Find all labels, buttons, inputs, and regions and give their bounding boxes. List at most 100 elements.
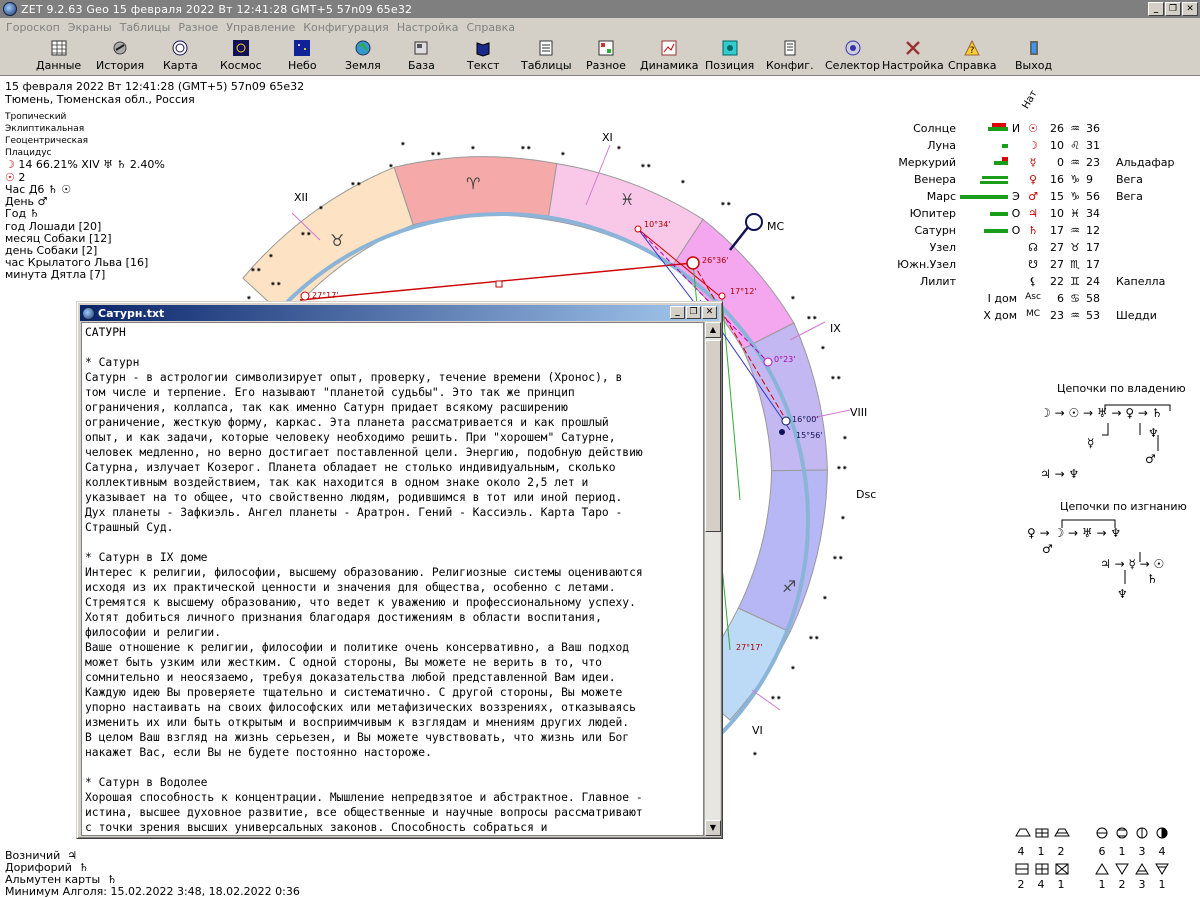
menu-configuration[interactable]: Конфигурация — [299, 21, 393, 34]
dsc-label: Dsc — [856, 488, 876, 501]
planet-marker-venus[interactable] — [781, 416, 791, 426]
degree-label: 0°23' — [774, 355, 795, 364]
planet-marker-mars[interactable] — [779, 429, 785, 435]
saturn-text-window[interactable]: Сатурн.txt _ ❐ ✕ САТУРН * Сатурн Сатурн … — [76, 301, 723, 839]
close-button[interactable]: ✕ — [1182, 2, 1198, 16]
tool-config-button[interactable]: Конфиг. — [766, 36, 814, 76]
sign-segment-sagittarius — [737, 469, 828, 633]
tool-label: Земля — [345, 59, 381, 72]
restore-button[interactable]: ❐ — [1165, 2, 1181, 16]
maximize-button[interactable]: ❐ — [686, 306, 701, 319]
menu-misc[interactable]: Разное — [174, 21, 222, 34]
menu-help[interactable]: Справка — [463, 21, 519, 34]
tool-label: Позиция — [705, 59, 755, 72]
planet-marker-node[interactable] — [300, 291, 310, 301]
tool-cosmos-button[interactable]: Космос — [220, 36, 262, 76]
planet-row-venus[interactable]: Венера ♀ 16 ♑ 9 Вега — [880, 173, 1200, 190]
close-button[interactable]: ✕ — [702, 306, 717, 319]
scroll-up-icon[interactable]: ▲ — [705, 322, 721, 338]
stat-value: 2 — [1118, 878, 1126, 891]
saturn-text-content[interactable]: САТУРН * Сатурн Сатурн - в астрологии си… — [81, 322, 704, 836]
tools-icon — [906, 41, 920, 55]
ownership-chain-line-1: ☽ → ☉ → ♅ → ♀ → ♄ — [1040, 406, 1163, 420]
tables-icon — [539, 40, 553, 56]
tool-data-button[interactable]: Данные — [36, 36, 81, 76]
svg-text:⁕⁕: ⁕⁕ — [350, 180, 362, 188]
planet-row-mercury[interactable]: Меркурий ☿ 0 ♒ 23 Альдафар — [880, 156, 1200, 173]
tool-chart-button[interactable]: Карта — [163, 36, 198, 76]
planet-marker-saturn[interactable] — [718, 292, 726, 300]
exile-chain-neptune: ♆ — [1117, 587, 1128, 601]
tool-earth-button[interactable]: Земля — [345, 36, 381, 76]
tool-tables-button[interactable]: Таблицы — [521, 36, 572, 76]
planet-row-moon[interactable]: Луна ☽ 10 ♌ 31 — [880, 139, 1200, 156]
planet-row-saturn[interactable]: Сатурн О ♄ 17 ♒ 12 — [880, 224, 1200, 241]
svg-text:⁕⁕: ⁕⁕ — [640, 162, 652, 170]
house-label-ix: IX — [830, 322, 841, 335]
window-title: ZET 9.2.63 Geo 15 февраля 2022 Вт 12:41:… — [21, 2, 413, 16]
tool-position-button[interactable]: Позиция — [705, 36, 754, 76]
menu-horoscope[interactable]: Гороскоп — [2, 21, 64, 34]
degree-label: 27°17' — [312, 291, 339, 300]
tool-dynamics-button[interactable]: Динамика — [640, 36, 699, 76]
vertical-scrollbar[interactable]: ▲ ▼ — [704, 322, 721, 836]
text-window-title-bar[interactable]: Сатурн.txt _ ❐ ✕ — [80, 305, 719, 321]
planet-row-mars[interactable]: Марс Э ♂ 15 ♑ 56 Вега — [880, 190, 1200, 207]
tool-label: Космос — [220, 59, 262, 72]
jupiter-icon: ♃ — [1028, 207, 1038, 220]
minimize-button[interactable]: _ — [670, 306, 685, 319]
scroll-down-icon[interactable]: ▼ — [705, 820, 721, 836]
tool-text-button[interactable]: Текст — [467, 36, 500, 76]
planet-marker-sun[interactable] — [686, 256, 700, 270]
tool-selector-button[interactable]: Селектор — [825, 36, 880, 76]
planet-row-lilith[interactable]: Лилит ⚸ 22 ♊ 24 Капелла — [880, 275, 1200, 292]
minimize-button[interactable]: _ — [1148, 2, 1164, 16]
svg-text:⁕: ⁕ — [388, 162, 394, 170]
svg-text:⁕: ⁕ — [400, 140, 406, 148]
planet-row-sun[interactable]: Солнце И ☉ 26 ♒ 36 — [880, 122, 1200, 139]
mercury-icon: ☿ — [1029, 156, 1037, 169]
planet-row-house-1[interactable]: I дом Asc 6 ♋ 58 — [880, 292, 1200, 309]
tool-exit-button[interactable]: Выход — [1015, 36, 1052, 76]
aspect-marker — [495, 280, 503, 288]
window-title-bar[interactable]: ZET 9.2.63 Geo 15 февраля 2022 Вт 12:41:… — [0, 0, 1200, 18]
asc-label: Asc — [1025, 292, 1041, 302]
svg-text:⁕⁕: ⁕⁕ — [836, 464, 848, 472]
saturn-icon: ♄ — [29, 207, 40, 220]
tool-sky-button[interactable]: Небо — [288, 36, 317, 76]
planet-row-jupiter[interactable]: Юпитер О ♃ 10 ♓ 34 — [880, 207, 1200, 224]
svg-text:⁕: ⁕ — [560, 150, 566, 158]
menu-tables[interactable]: Таблицы — [116, 21, 175, 34]
tool-help-button[interactable]: ? Справка — [948, 36, 996, 76]
planet-row-south-node[interactable]: Южн.Узел ☋ 27 ♏ 17 — [880, 258, 1200, 275]
sun-icon: ☉ — [61, 183, 72, 196]
menu-screens[interactable]: Экраны — [64, 21, 116, 34]
pisces-glyph: ♓ — [620, 190, 634, 209]
earth-icon — [355, 40, 371, 56]
stat-value: 2 — [1057, 845, 1065, 858]
tool-history-button[interactable]: История — [96, 36, 144, 76]
capricorn-icon: ♑ — [1070, 173, 1080, 186]
tool-settings-button[interactable]: Настройка — [882, 36, 944, 76]
planet-marker-jupiter[interactable] — [634, 225, 642, 233]
svg-text:⁕: ⁕ — [790, 664, 796, 672]
menu-settings[interactable]: Настройка — [393, 21, 463, 34]
planet-row-house-10[interactable]: X дом MC 23 ♒ 53 Шедди — [880, 309, 1200, 326]
misc-icon — [598, 40, 614, 56]
planet-marker-mercury[interactable] — [763, 357, 773, 367]
scroll-thumb[interactable] — [705, 340, 721, 532]
tool-label: Выход — [1015, 59, 1053, 72]
svg-text:⁕⁕: ⁕⁕ — [832, 554, 844, 562]
saturn-icon: ♄ — [47, 183, 58, 196]
chart-place: Тюмень, Тюменская обл., Россия — [5, 93, 195, 106]
planet-row-node[interactable]: Узел ☊ 27 ♉ 17 — [880, 241, 1200, 258]
svg-text:⁕⁕: ⁕⁕ — [520, 144, 532, 152]
menu-control[interactable]: Управление — [222, 21, 299, 34]
pisces-icon: ♓ — [1070, 207, 1080, 220]
chart-datetime: 15 февраля 2022 Вт 12:41:28 (GMT+5) 57n0… — [5, 80, 305, 93]
svg-text:⁕: ⁕ — [680, 178, 686, 186]
tool-label: Настройка — [882, 59, 944, 72]
tool-misc-button[interactable]: Разное — [586, 36, 626, 76]
stat-value: 4 — [1158, 845, 1166, 858]
tool-database-button[interactable]: База — [408, 36, 435, 76]
